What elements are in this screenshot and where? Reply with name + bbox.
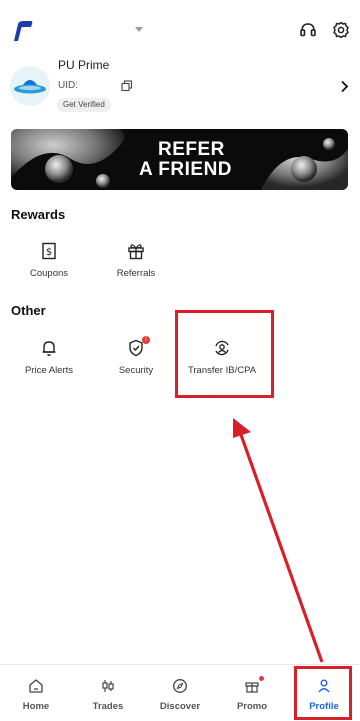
uid-label: UID:: [58, 80, 78, 91]
nav-trades[interactable]: Trades: [72, 665, 144, 721]
referrals-tile[interactable]: Referrals: [96, 242, 176, 290]
banner-line-1: REFER: [158, 139, 225, 160]
security-label: Security: [118, 365, 154, 376]
transfer-highlight-box: [175, 310, 274, 398]
chevron-right-icon[interactable]: [340, 80, 349, 93]
copy-icon[interactable]: [121, 80, 133, 92]
compass-icon: [173, 679, 187, 693]
price-alerts-tile[interactable]: Price Alerts: [9, 339, 89, 387]
nav-promo-label: Promo: [236, 701, 268, 712]
pu-prime-logo-icon[interactable]: [11, 20, 33, 42]
price-alerts-label: Price Alerts: [24, 365, 74, 376]
coupon-icon: $: [42, 242, 56, 260]
svg-text:$: $: [46, 247, 52, 258]
gear-icon[interactable]: [331, 20, 351, 40]
refer-a-friend-banner[interactable]: REFER A FRIEND: [11, 129, 348, 190]
coupons-label: Coupons: [29, 268, 69, 279]
referrals-label: Referrals: [116, 268, 156, 279]
nav-home[interactable]: Home: [0, 665, 72, 721]
profile-name: PU Prime: [58, 58, 110, 72]
nav-promo[interactable]: Promo: [216, 665, 288, 721]
nav-discover-label: Discover: [159, 701, 201, 712]
nav-home-label: Home: [22, 701, 50, 712]
security-alert-badge: !: [142, 336, 150, 344]
candlestick-icon: [102, 680, 114, 692]
bell-icon: [42, 341, 56, 356]
gift-icon: [128, 244, 144, 260]
caret-down-icon[interactable]: [133, 26, 145, 34]
profile-summary[interactable]: [0, 58, 360, 116]
top-header: [0, 0, 360, 58]
profile-highlight-box: [294, 666, 352, 720]
other-section-title: Other: [11, 303, 46, 318]
home-icon: [29, 679, 43, 693]
coupons-tile[interactable]: $ Coupons: [9, 242, 89, 290]
banner-line-2: A FRIEND: [139, 159, 233, 180]
nav-trades-label: Trades: [92, 701, 124, 712]
gift-icon: [245, 682, 259, 693]
promo-notification-dot: [259, 676, 264, 681]
rewards-section-title: Rewards: [11, 207, 66, 222]
get-verified-badge[interactable]: Get Verified: [57, 98, 111, 112]
nav-discover[interactable]: Discover: [144, 665, 216, 721]
headset-icon[interactable]: [298, 20, 318, 40]
ufo-avatar-icon: [10, 66, 50, 106]
security-tile[interactable]: ! Security: [96, 336, 176, 387]
